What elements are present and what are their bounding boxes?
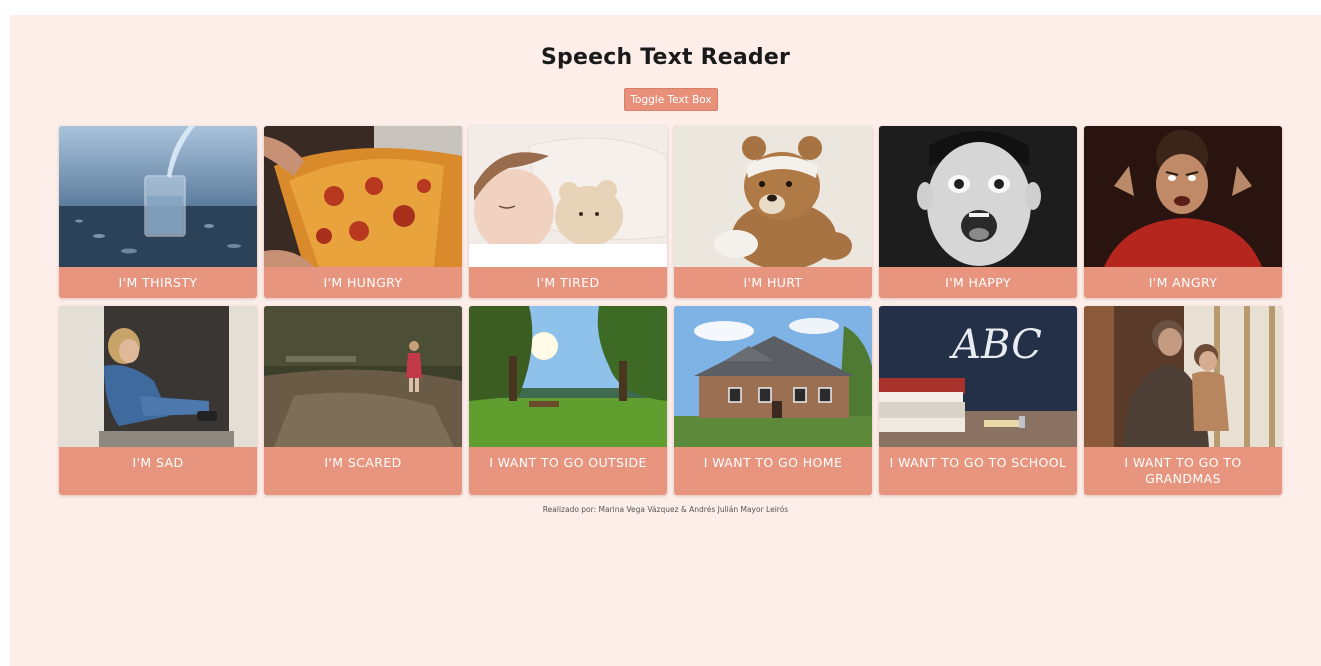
card-outside[interactable]: I WANT TO GO OUTSIDE	[469, 306, 667, 495]
card-sad[interactable]: I'M SAD	[59, 306, 257, 495]
bandaged-teddy-bear-image	[674, 126, 872, 267]
chalkboard-abc-image: ABC	[879, 306, 1077, 447]
card-scared[interactable]: I'M SCARED	[264, 306, 462, 495]
card-hungry[interactable]: I'M HUNGRY	[264, 126, 462, 298]
card-label: I WANT TO GO OUTSIDE	[489, 455, 647, 470]
park-sunlight-image	[469, 306, 667, 447]
card-angry[interactable]: I'M ANGRY	[1084, 126, 1282, 298]
card-thirsty[interactable]: I'M THIRSTY	[59, 126, 257, 298]
card-label: I'M THIRSTY	[118, 275, 198, 290]
chalkboard-text: ABC	[948, 322, 1042, 368]
excited-boy-image	[879, 126, 1077, 267]
card-happy[interactable]: I'M HAPPY	[879, 126, 1077, 298]
card-hurt[interactable]: I'M HURT	[674, 126, 872, 298]
house-image	[674, 306, 872, 447]
card-tired[interactable]: I'M TIRED	[469, 126, 667, 298]
glass-of-water-image	[59, 126, 257, 267]
card-grid: I'M THIRSTY I'M HUNGRY I'M TIRED I'M HUR…	[59, 126, 1285, 495]
sad-girl-doorway-image	[59, 306, 257, 447]
card-label: I'M SAD	[132, 455, 184, 470]
card-label: I'M HUNGRY	[323, 275, 403, 290]
card-label: I WANT TO GO TO SCHOOL	[889, 455, 1067, 470]
grandmother-child-image	[1084, 306, 1282, 447]
angry-boy-image	[1084, 126, 1282, 267]
card-label: I WANT TO GO TO GRANDMAS	[1124, 455, 1242, 486]
card-label: I'M ANGRY	[1148, 275, 1218, 290]
sleeping-child-image	[469, 126, 667, 267]
card-label: I'M SCARED	[324, 455, 402, 470]
footer-credit: Realizado por: Marina Vega Vázquez & And…	[542, 505, 789, 514]
card-school[interactable]: ABC I WANT TO GO TO SCHOOL	[879, 306, 1077, 495]
toggle-text-box-button[interactable]: Toggle Text Box	[624, 88, 718, 111]
card-home[interactable]: I WANT TO GO HOME	[674, 306, 872, 495]
card-grandmas[interactable]: I WANT TO GO TO GRANDMAS	[1084, 306, 1282, 495]
child-in-forest-image	[264, 306, 462, 447]
page-title: Speech Text Reader	[541, 45, 790, 70]
app-page: Speech Text Reader Toggle Text Box I'M T…	[10, 15, 1321, 666]
card-label: I WANT TO GO HOME	[703, 455, 843, 470]
pizza-image	[264, 126, 462, 267]
card-label: I'M HURT	[743, 275, 803, 290]
card-label: I'M HAPPY	[945, 275, 1011, 290]
card-label: I'M TIRED	[536, 275, 600, 290]
